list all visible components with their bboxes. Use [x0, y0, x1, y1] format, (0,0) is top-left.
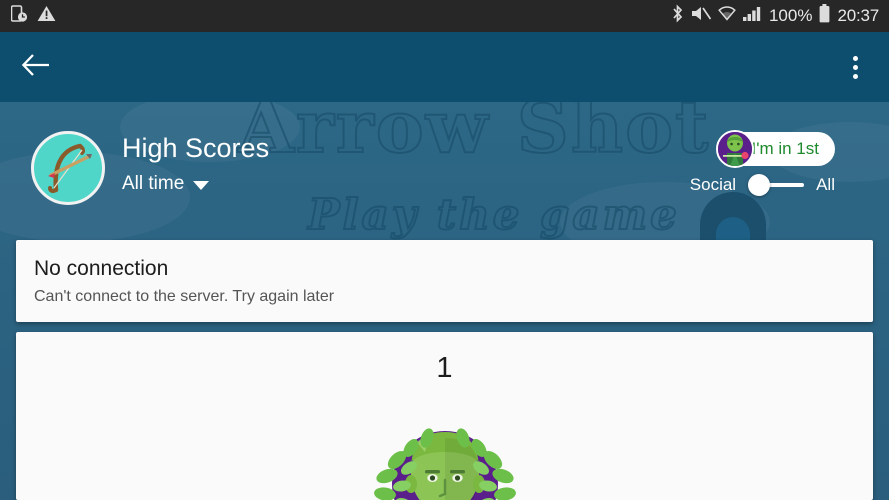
title-block: High Scores All time — [122, 132, 269, 195]
warning-icon — [37, 5, 56, 27]
bow-and-arrow-icon — [34, 143, 102, 202]
battery-icon — [819, 4, 830, 28]
time-filter-dropdown[interactable]: All time — [122, 173, 269, 195]
chevron-down-icon — [193, 180, 210, 190]
toggle-left-label: Social — [689, 175, 737, 194]
error-title: No connection — [34, 257, 169, 280]
battery-percent-label: 100% — [768, 6, 813, 25]
more-vert-icon — [852, 55, 858, 61]
my-rank-chip[interactable]: I'm in 1st — [715, 130, 835, 168]
volume-muted-icon — [691, 5, 712, 27]
my-rank-label: I'm in 1st — [751, 139, 820, 158]
status-bar-left-icons — [0, 4, 56, 28]
back-button[interactable] — [19, 50, 53, 84]
overflow-menu-button[interactable] — [842, 50, 868, 84]
game-icon[interactable] — [31, 131, 105, 205]
screen-root: Arrow Shot Play the game 100% 20:37 High… — [0, 0, 889, 500]
social-all-toggle[interactable]: Social All — [690, 174, 835, 196]
more-vert-icon — [852, 64, 858, 70]
no-connection-card: No connection Can't connect to the serve… — [16, 240, 873, 322]
toggle-switch[interactable] — [748, 174, 805, 196]
more-vert-icon — [852, 73, 858, 79]
back-arrow-icon — [21, 52, 51, 83]
laurel-wreath-avatar-icon — [373, 408, 517, 500]
toggle-knob[interactable] — [748, 174, 771, 196]
time-filter-label: All time — [122, 173, 185, 195]
signal-icon — [742, 5, 762, 27]
error-message: Can't connect to the server. Try again l… — [34, 288, 335, 306]
top-rank-card[interactable]: 1 — [16, 332, 873, 500]
toggle-right-label: All — [816, 175, 835, 194]
app-bar — [0, 32, 889, 102]
rank-number: 1 — [436, 352, 453, 384]
screenshot-icon — [10, 4, 28, 28]
wifi-icon — [718, 5, 736, 27]
page-title: High Scores — [122, 133, 270, 163]
avatar — [715, 130, 754, 168]
status-bar-right-icons: 100% 20:37 — [671, 4, 889, 28]
clock-label: 20:37 — [837, 6, 879, 25]
bluetooth-icon — [671, 4, 684, 28]
status-bar: 100% 20:37 — [0, 0, 889, 32]
leaderboard-header: High Scores All time I'm in 1st Social A… — [0, 102, 889, 238]
